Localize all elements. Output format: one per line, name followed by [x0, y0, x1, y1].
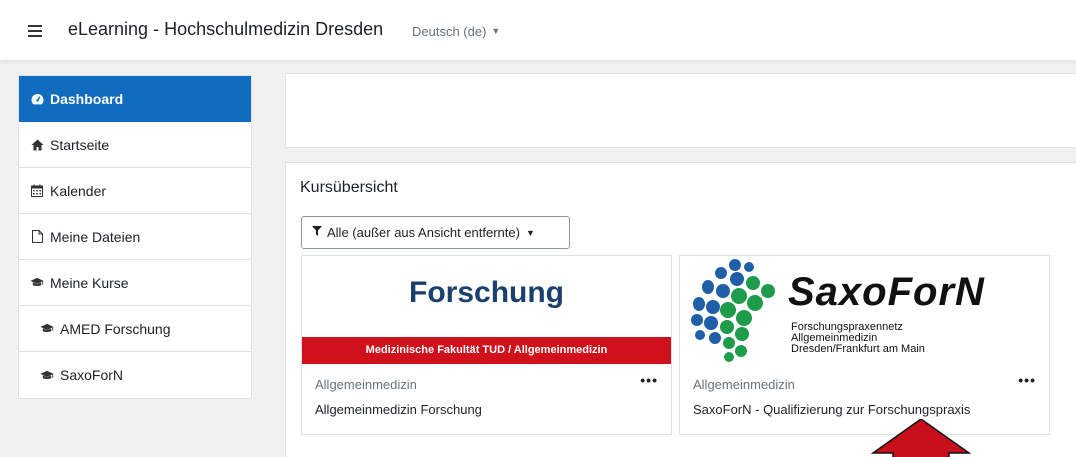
- sidebar-item-label: Kalender: [50, 182, 107, 199]
- course-category: Allgemeinmedizin: [315, 377, 417, 392]
- course-image[interactable]: Forschung Medizinische Fakultät TUD / Al…: [302, 256, 671, 366]
- caret-down-icon: ▼: [491, 26, 501, 36]
- red-arrow-icon: [871, 419, 971, 457]
- course-name-link[interactable]: SaxoForN - Qualifizierung zur Forschungs…: [693, 402, 970, 417]
- course-image-title: Forschung: [409, 276, 564, 309]
- language-selector[interactable]: Deutsch (de) ▼: [412, 24, 500, 39]
- course-card-saxoforn[interactable]: SaxoForN Forschungspraxennetz Allgemeinm…: [679, 255, 1050, 435]
- filter-label: Alle (außer aus Ansicht entfernte): [327, 225, 520, 240]
- sidebar-item-startseite[interactable]: Startseite: [19, 122, 251, 168]
- sidebar-item-amed-forschung[interactable]: AMED Forschung: [19, 306, 251, 352]
- saxoforn-logo-icon: [691, 259, 775, 362]
- calendar-icon: [30, 184, 44, 197]
- file-icon: [30, 230, 44, 243]
- course-actions-menu[interactable]: •••: [640, 372, 658, 388]
- sidebar-item-label: Dashboard: [50, 90, 124, 107]
- sidebar-item-label: AMED Forschung: [60, 320, 171, 337]
- language-label: Deutsch (de): [412, 24, 487, 39]
- sidebar-item-dashboard[interactable]: Dashboard: [19, 76, 251, 122]
- course-overview-block: Kursübersicht Alle (außer aus Ansicht en…: [285, 162, 1076, 457]
- timeline-block: [285, 73, 1076, 148]
- sidebar-item-kalender[interactable]: Kalender: [19, 168, 251, 214]
- sidebar-item-label: Meine Dateien: [50, 228, 141, 245]
- course-filter-dropdown[interactable]: Alle (außer aus Ansicht entfernte) ▼: [301, 216, 570, 249]
- course-image-title: SaxoForN: [788, 270, 985, 314]
- graduation-cap-icon: [40, 323, 54, 334]
- course-actions-menu[interactable]: •••: [1018, 372, 1036, 388]
- course-card-forschung[interactable]: Forschung Medizinische Fakultät TUD / Al…: [301, 255, 672, 435]
- course-image[interactable]: SaxoForN Forschungspraxennetz Allgemeinm…: [680, 256, 1049, 366]
- subtitle-line: Dresden/Frankfurt am Main: [791, 343, 925, 355]
- graduation-cap-icon: [30, 277, 44, 288]
- home-icon: [30, 139, 44, 151]
- top-navbar: eLearning - Hochschulmedizin Dresden Deu…: [0, 0, 1076, 60]
- course-image-band: Medizinische Fakultät TUD / Allgemeinmed…: [302, 337, 671, 364]
- dashboard-icon: [30, 93, 44, 105]
- sidebar-item-label: Meine Kurse: [50, 274, 129, 291]
- filter-icon: [312, 226, 322, 239]
- sidebar-item-saxoforn[interactable]: SaxoForN: [19, 352, 251, 398]
- site-title[interactable]: eLearning - Hochschulmedizin Dresden: [68, 19, 383, 40]
- hamburger-icon[interactable]: [22, 18, 48, 44]
- sidebar-item-label: Startseite: [50, 136, 110, 153]
- course-category: Allgemeinmedizin: [693, 377, 795, 392]
- sidebar-item-label: SaxoForN: [60, 367, 124, 383]
- sidebar-nav: Dashboard Startseite Kalender Meine Date…: [18, 75, 252, 399]
- course-image-subtitle: Forschungspraxennetz Allgemeinmedizin Dr…: [791, 322, 925, 355]
- sidebar-item-meine-kurse[interactable]: Meine Kurse: [19, 260, 251, 306]
- sidebar-item-meine-dateien[interactable]: Meine Dateien: [19, 214, 251, 260]
- course-name-link[interactable]: Allgemeinmedizin Forschung: [315, 402, 482, 417]
- section-title: Kursübersicht: [300, 179, 398, 196]
- graduation-cap-icon: [40, 370, 54, 381]
- caret-down-icon: ▼: [525, 227, 535, 238]
